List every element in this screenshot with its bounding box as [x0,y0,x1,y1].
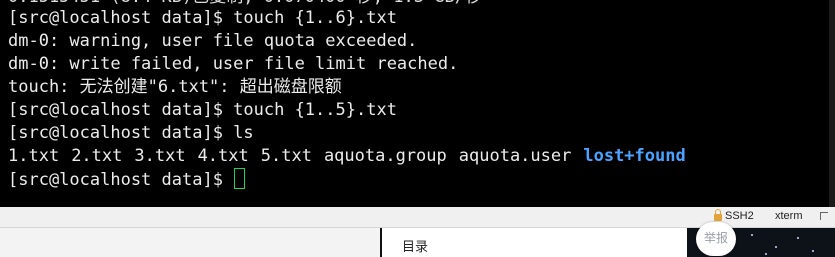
resize-grip-icon[interactable] [820,212,828,220]
ls-file-item: 4.txt [197,146,249,166]
terminal-line: [src@localhost data]$ touch {1..6}.txt [8,8,397,28]
terminal-prompt-line[interactable]: [src@localhost data]$ [8,168,246,192]
toc-panel: 目录 [380,228,687,257]
ls-file-item: 1.txt [8,146,60,166]
ls-file-item: aquota.group [323,146,447,166]
prompt-text: [src@localhost data]$ [8,170,234,190]
star-dot [765,253,767,255]
terminal-cursor [234,168,246,189]
protocol-label: SSH2 [725,210,754,222]
star-dot [751,234,753,236]
terminal-window[interactable]: 0.1515451 (8.4 KB)已复制, 0.070400 秒, 1.3 G… [0,0,835,207]
ls-file-item: 2.txt [71,146,123,166]
ls-output-line: 1.txt 2.txt 3.txt 4.txt 5.txt aquota.gro… [8,145,698,168]
report-button[interactable]: 举报 [696,222,736,256]
ls-file-item: 5.txt [260,146,312,166]
terminal-line: [src@localhost data]$ touch {1..5}.txt [8,100,397,120]
terminal-line: touch: 无法创建"6.txt": 超出磁盘限额 [8,77,342,97]
webpage-background: 目录 举报 [0,222,835,257]
terminal-type-label: xterm [775,210,803,222]
status-protocol: SSH2 [714,209,754,222]
ls-file-item: aquota.user [458,146,572,166]
terminal-line: dm-0: warning, user file quota exceeded. [8,31,418,51]
terminal-scrollbar[interactable] [829,0,835,207]
star-dot [812,250,814,252]
ls-file-item: 3.txt [134,146,186,166]
star-dot [775,246,777,248]
terminal-line: dm-0: write failed, user file limit reac… [8,54,459,74]
toc-label[interactable]: 目录 [402,236,428,255]
ls-directory-item: lost+found [583,146,686,166]
lock-icon [714,209,722,221]
star-dot [797,237,799,239]
terminal-line: [src@localhost data]$ ls [8,123,254,143]
